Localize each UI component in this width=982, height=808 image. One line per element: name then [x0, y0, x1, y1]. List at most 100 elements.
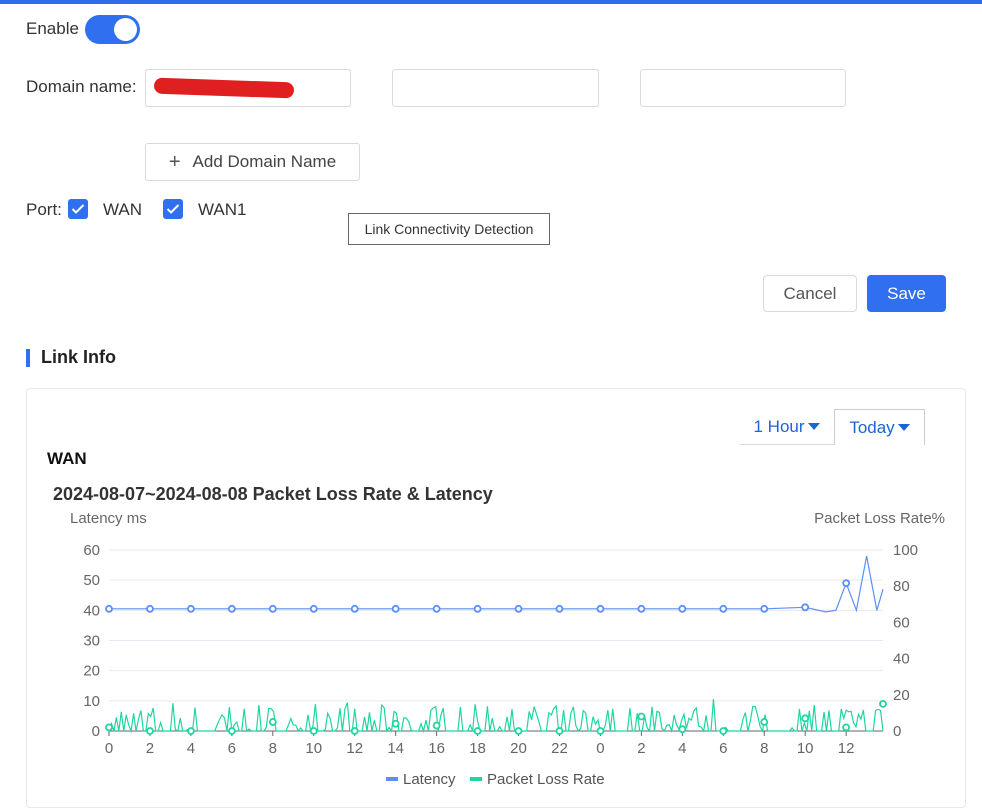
latency-point [309, 604, 318, 613]
loss-point [842, 723, 851, 732]
latency-point [391, 604, 400, 613]
port-wan-checkbox[interactable] [68, 199, 88, 219]
y-tick-label: 0 [92, 723, 100, 740]
latency-point [350, 604, 359, 613]
loss-point [760, 718, 769, 726]
y2-tick-label: 100 [893, 542, 918, 559]
y-tick-label: 50 [83, 572, 100, 589]
loss-point [268, 718, 277, 726]
latency-point [596, 604, 605, 613]
loss-point [432, 721, 441, 730]
x-tick-label: 12 [346, 740, 363, 757]
x-tick-label: 0 [596, 740, 604, 757]
latency-point [801, 603, 810, 612]
y2-tick-label: 40 [893, 651, 910, 668]
loss-series-line [108, 699, 884, 734]
y2-tick-label: 0 [893, 723, 901, 740]
x-tick-label: 2 [146, 740, 154, 757]
x-tick-label: 8 [269, 740, 277, 757]
latency-loss-chart: 0102030405060020406080100Latency ms Packe… [70, 510, 945, 788]
loss-point [146, 727, 154, 735]
y-axis-label: Latency ms [70, 510, 147, 527]
x-tick-label: 22 [551, 740, 568, 757]
loss-point [801, 714, 810, 723]
caret-down-icon [807, 423, 820, 430]
latency-point [514, 604, 523, 613]
x-tick-label: 4 [678, 740, 686, 757]
cancel-button[interactable]: Cancel [763, 275, 857, 312]
x-tick-label: 10 [797, 740, 814, 757]
latency-point [146, 604, 154, 613]
loss-point [719, 727, 728, 735]
x-tick-label: 0 [105, 740, 113, 757]
plus-icon: + [168, 151, 181, 173]
checkmark-icon [166, 204, 180, 214]
latency-point [227, 604, 236, 613]
latency-point [473, 604, 482, 613]
latency-point [105, 604, 113, 613]
x-tick-label: 18 [469, 740, 486, 757]
loss-point [596, 727, 605, 735]
port-wan-label: WAN [103, 200, 143, 219]
tab-1-hour[interactable]: 1 Hour [739, 409, 834, 445]
section-title-link-info: Link Info [41, 347, 116, 367]
latency-series-line [109, 555, 884, 613]
y-tick-label: 20 [83, 663, 100, 680]
loss-point [187, 727, 195, 735]
loss-point [391, 719, 400, 728]
y2-tick-label: 20 [893, 687, 910, 704]
redaction-mark [153, 77, 295, 99]
tab-today[interactable]: Today [834, 409, 925, 445]
x-tick-label: 2 [637, 740, 645, 757]
latency-point [678, 604, 687, 613]
add-domain-name-button[interactable]: + Add Domain Name [145, 143, 360, 181]
save-button[interactable]: Save [867, 275, 946, 312]
x-tick-label: 10 [305, 740, 322, 757]
y2-tick-label: 80 [893, 578, 910, 595]
loss-point [514, 727, 523, 735]
x-tick-label: 8 [760, 740, 768, 757]
y-tick-label: 60 [83, 542, 100, 559]
legend-latency-label: Latency [403, 771, 456, 788]
x-tick-label: 4 [187, 740, 195, 757]
legend-latency-swatch [386, 777, 398, 781]
chart-title: 2024-08-07~2024-08-08 Packet Loss Rate &… [53, 484, 493, 504]
latency-point [187, 604, 195, 613]
latency-point [432, 604, 441, 613]
legend-loss-label: Packet Loss Rate [487, 771, 605, 788]
legend-loss-swatch [470, 777, 482, 781]
port-label: Port: [26, 200, 62, 219]
latency-point [555, 604, 564, 613]
domain-name-input-1[interactable] [145, 69, 351, 107]
port-wan1-checkbox[interactable] [163, 199, 183, 219]
loss-point [555, 727, 564, 735]
enable-label: Enable [26, 19, 79, 38]
enable-toggle[interactable] [85, 15, 140, 44]
x-tick-label: 16 [428, 740, 445, 757]
loss-point [309, 727, 318, 735]
latency-point [719, 604, 728, 613]
loss-point [350, 727, 359, 735]
latency-point [842, 579, 851, 588]
top-accent-bar [0, 0, 982, 4]
x-tick-label: 6 [719, 740, 727, 757]
loss-point [678, 725, 687, 734]
latency-point [637, 604, 646, 613]
loss-point [227, 727, 236, 735]
domain-name-input-3[interactable] [640, 69, 846, 107]
loss-point [879, 699, 887, 708]
loss-point [473, 727, 482, 735]
y-tick-label: 40 [83, 602, 100, 619]
y-tick-label: 10 [83, 693, 100, 710]
x-tick-label: 6 [228, 740, 236, 757]
latency-point [760, 604, 769, 613]
x-tick-label: 12 [838, 740, 855, 757]
domain-name-input-2[interactable] [392, 69, 599, 107]
x-tick-label: 20 [510, 740, 527, 757]
loss-point [105, 723, 113, 732]
section-marker [26, 349, 30, 367]
tooltip: Link Connectivity Detection [348, 213, 550, 245]
add-domain-name-label: Add Domain Name [192, 152, 337, 171]
caret-down-icon [897, 424, 910, 431]
latency-point [268, 604, 277, 613]
